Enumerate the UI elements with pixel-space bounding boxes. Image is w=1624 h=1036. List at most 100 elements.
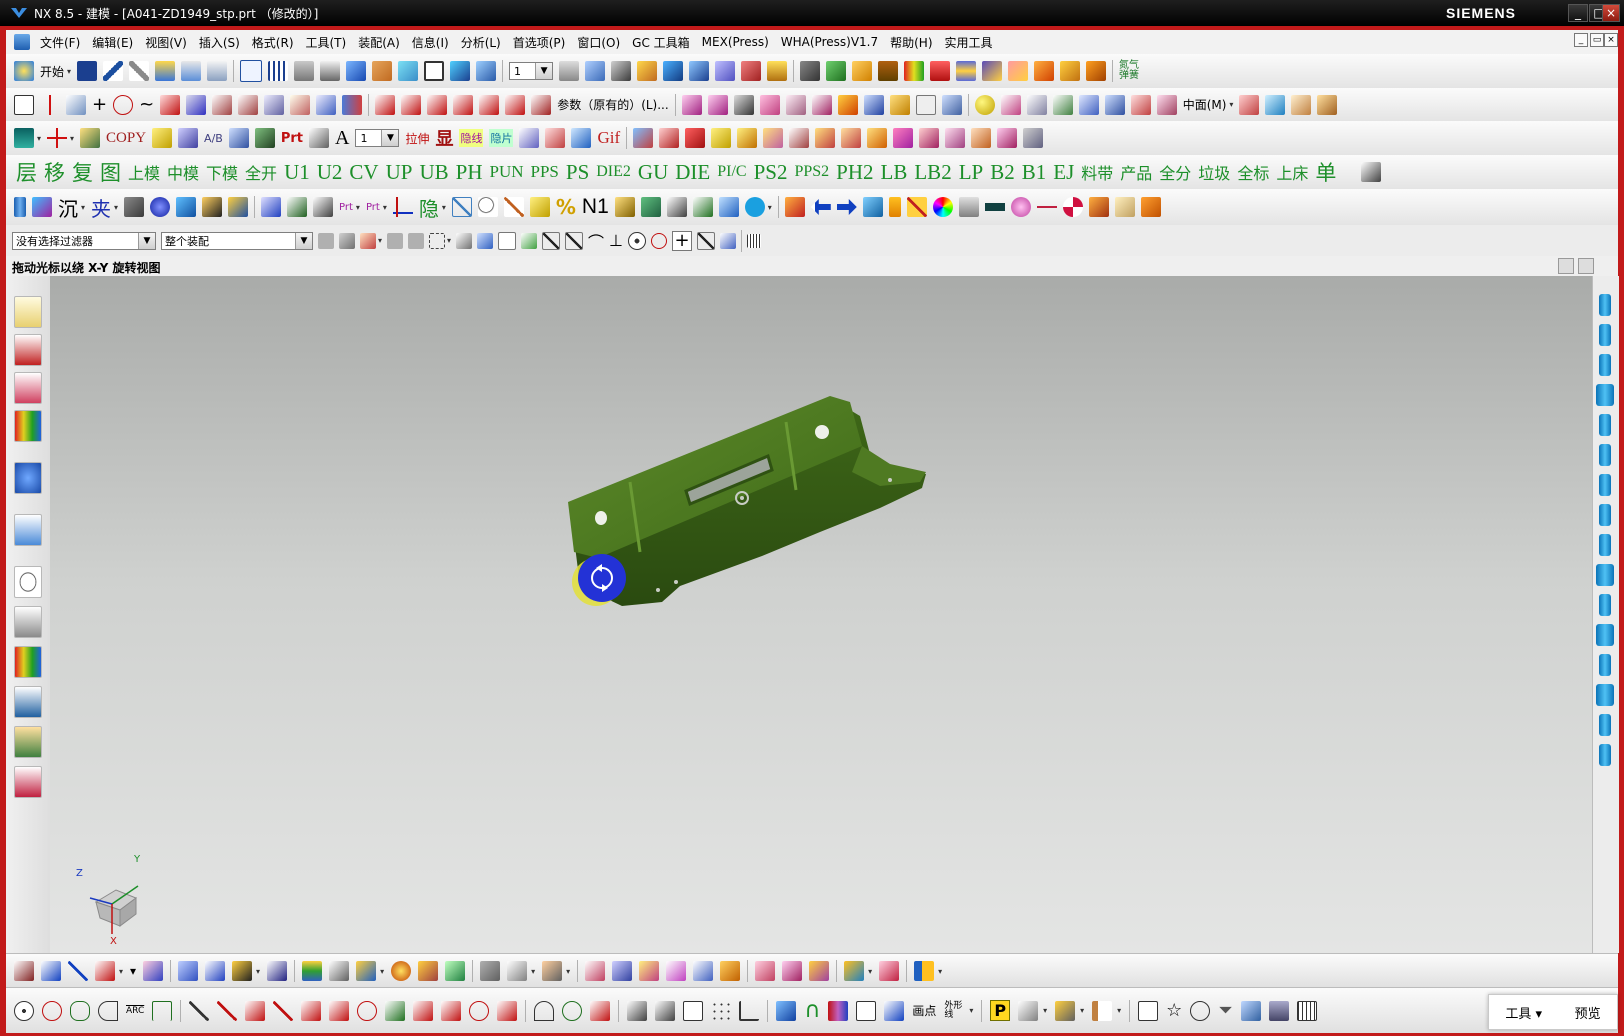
mid-face-button[interactable]: 中面(M) [1183,96,1227,113]
snap-endpoint-icon[interactable] [498,231,517,250]
weight-icon[interactable] [640,197,661,217]
ruler-tool-icon[interactable] [1092,1000,1113,1021]
gif-button[interactable]: Gif [597,128,620,148]
cmd-u1[interactable]: U1 [284,160,310,185]
punch-part-icon[interactable] [1599,534,1611,556]
replace-face-icon[interactable] [1265,94,1286,115]
ellipse-icon[interactable] [70,1000,90,1021]
coil-spring-icon[interactable] [1599,744,1611,766]
tool-set-icon[interactable] [800,61,821,81]
redo-icon[interactable] [129,61,150,81]
general-filter-icon[interactable] [318,232,334,249]
fillet-curve-icon[interactable] [479,94,500,115]
intersect-point-icon[interactable] [590,1000,611,1021]
arc-tangent-icon[interactable] [497,1000,518,1021]
grid-snap-icon[interactable] [746,233,761,248]
pocket-icon[interactable] [941,94,962,115]
solid-block-icon[interactable] [776,1000,797,1021]
offset-surface-icon[interactable] [143,961,164,981]
n-sided-icon[interactable] [612,961,633,981]
cube-outline-icon[interactable] [718,197,739,217]
part-navigator-icon[interactable] [14,372,42,404]
transform-icon[interactable] [207,61,228,81]
intersect-curve-icon[interactable] [375,94,396,115]
mirror-curve-icon[interactable] [683,1000,704,1021]
cmd-b1[interactable]: B1 [1022,160,1047,185]
info-web-icon[interactable] [14,462,42,494]
extrude-icon[interactable] [160,94,181,115]
menu-utilities[interactable]: 实用工具 [939,34,999,51]
weld-icon[interactable] [919,128,940,148]
snap-center-icon[interactable] [627,231,646,250]
line-width-select[interactable]: 1 ▼ [355,129,400,147]
camera-icon[interactable] [542,961,563,981]
layer-manager-icon[interactable] [559,61,580,81]
cue-dock-icon[interactable] [1578,258,1594,274]
cmd-upper-bed[interactable]: 上床 [1276,160,1308,184]
cube-blue-icon[interactable] [176,197,197,217]
groove-icon[interactable] [1026,94,1047,115]
delete-face-icon[interactable] [1291,94,1312,115]
cost-icon[interactable] [614,197,635,217]
sheet-body-filter-icon[interactable] [477,232,494,249]
pin-part-icon[interactable] [1599,444,1611,466]
trim-icon[interactable] [401,94,422,115]
block-feature-icon[interactable] [1104,94,1125,115]
start-icon[interactable] [14,61,34,81]
manufacturing-wizard-icon[interactable] [14,686,42,718]
cmd-upper-die[interactable]: 上模 [128,160,160,184]
arrow-left-icon[interactable] [810,199,831,215]
snap-point-icon[interactable]: + [671,230,692,251]
arc-button[interactable]: ARC [126,1006,144,1016]
color-bars-icon[interactable] [904,61,925,81]
scissors-icon[interactable] [744,197,765,217]
move-curve-icon[interactable] [655,1000,676,1021]
block-solid-icon[interactable] [124,197,145,217]
selection-priority-icon[interactable] [339,232,355,249]
menu-info[interactable]: 信息(I) [406,34,455,51]
composite-curve-icon[interactable] [205,961,226,981]
frame-icon[interactable] [1138,1000,1159,1021]
detail-view-icon[interactable] [254,128,275,148]
app-menu-icon[interactable] [14,34,30,50]
selection-scope-select[interactable]: 整个装配 ▼ [161,231,313,250]
blank-icon[interactable] [915,94,936,115]
die-set-icon[interactable] [982,61,1003,81]
parameters-button[interactable]: 参数（原有的）(L)... [557,96,669,113]
sweep-icon[interactable] [264,94,285,115]
orient-view-icon[interactable] [372,61,393,81]
line-parallel-icon[interactable] [273,1000,294,1021]
snap-quadrant-icon[interactable] [650,232,667,249]
stopper-icon[interactable] [1596,684,1614,706]
weld-tool-icon[interactable] [480,961,501,981]
start-button[interactable]: 开始 [40,63,64,80]
tag-icon[interactable] [815,128,836,148]
edge-curve-icon[interactable] [884,1000,905,1021]
part-label-icon[interactable] [763,128,784,148]
sheet-icon[interactable] [287,197,308,217]
point-pattern-icon[interactable] [711,1000,732,1021]
menu-window[interactable]: 窗口(O) [571,34,626,51]
cmd-lb2[interactable]: LB2 [914,160,951,185]
snap-on-face-icon[interactable] [719,232,736,249]
type-filter-select[interactable]: 没有选择过滤器 ▼ [12,231,156,250]
checklist-icon[interactable] [692,197,713,217]
check-drawing-icon[interactable] [80,128,101,148]
cmd-open-all[interactable]: 全开 [245,160,277,184]
pink-ball-icon[interactable] [1010,197,1031,217]
cmd-ph[interactable]: PH [456,160,483,185]
cmd-layer[interactable]: 层 [16,157,37,187]
part-canvas[interactable] [50,276,1592,953]
cmd-b2[interactable]: B2 [990,160,1015,185]
cmd-pun[interactable]: PUN [490,162,524,182]
analysis-icon[interactable] [689,61,710,81]
cmd-lower-die[interactable]: 下模 [206,160,238,184]
line-tool-icon[interactable] [68,961,88,981]
wrap-icon[interactable] [267,961,288,981]
circle-tool-icon[interactable] [42,1000,62,1021]
centerline-icon[interactable] [47,128,68,148]
arc-fillet-icon[interactable] [534,1000,555,1021]
save-icon[interactable] [77,61,98,81]
wcs-icon[interactable] [476,61,497,81]
washer-icon[interactable] [1596,384,1614,406]
